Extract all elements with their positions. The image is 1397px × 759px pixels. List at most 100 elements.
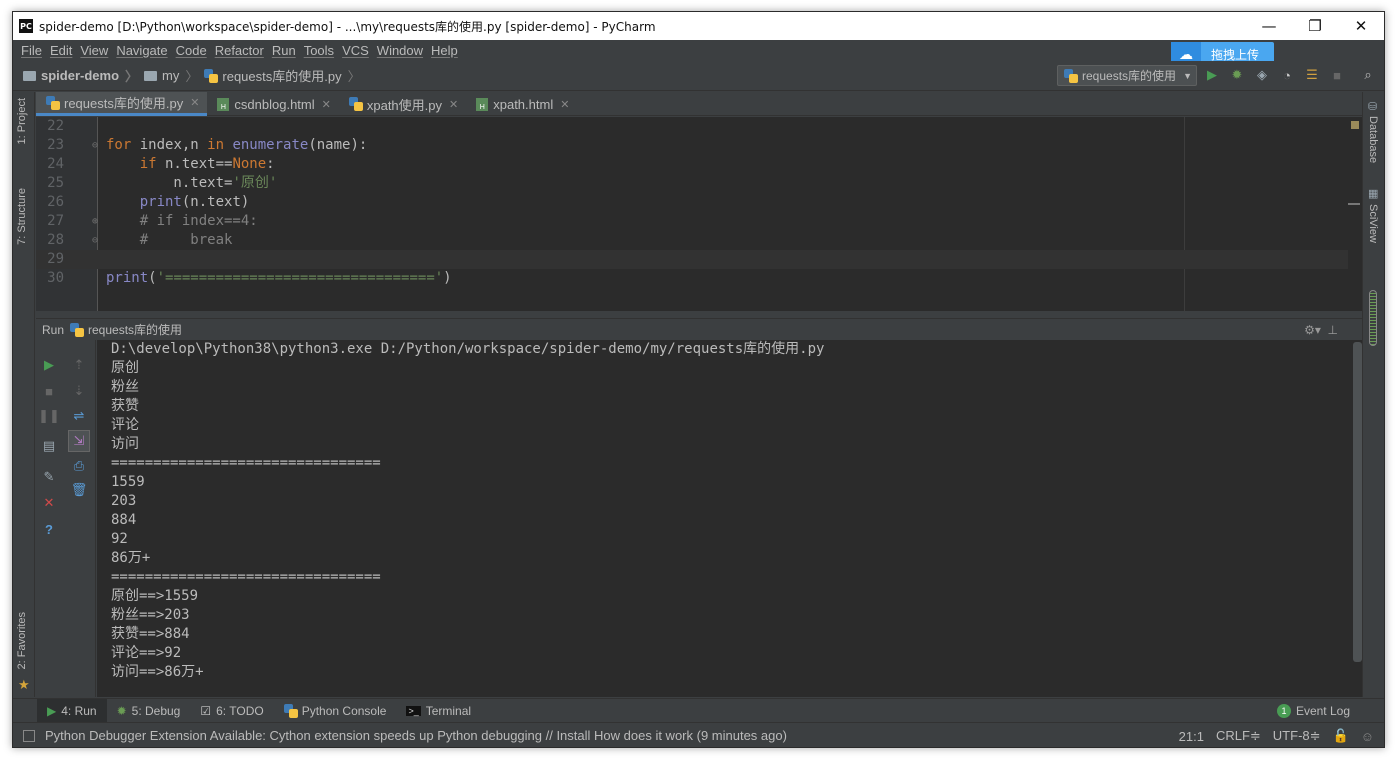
- up-arrow-icon[interactable]: ⇡: [70, 356, 88, 374]
- terminal-icon: >_: [406, 705, 421, 716]
- debug-icon[interactable]: ✹: [1228, 66, 1246, 84]
- profile-icon[interactable]: ◔: [1278, 66, 1296, 84]
- menu-run[interactable]: Run: [272, 43, 296, 58]
- print-icon[interactable]: ⎙: [70, 457, 88, 475]
- event-log[interactable]: 1 Event Log: [1276, 699, 1350, 723]
- html-file-icon: H: [217, 97, 230, 111]
- close-icon[interactable]: ✕: [322, 98, 331, 111]
- editor-tabs: requests库的使用.py ✕ H csdnblog.html ✕ xpat…: [36, 92, 1362, 116]
- breadcrumb-folder[interactable]: my 〉: [144, 66, 198, 85]
- inspector-icon[interactable]: ☺: [1361, 729, 1374, 744]
- coverage-icon[interactable]: ◈: [1253, 66, 1271, 84]
- right-tool-stripe: ⛁ Database ▦ SciView: [1362, 92, 1384, 697]
- run-configuration-label: requests库的使用: [1082, 69, 1177, 83]
- minimize-button[interactable]: —: [1246, 12, 1292, 40]
- fold-marker-icon[interactable]: ⊕: [92, 212, 98, 231]
- menu-vcs[interactable]: VCS: [342, 43, 369, 58]
- close-icon[interactable]: ✕: [40, 494, 58, 512]
- line-number: 23: [47, 137, 64, 153]
- tab-database[interactable]: Database: [1367, 116, 1379, 163]
- tab-structure[interactable]: 7: Structure: [16, 188, 28, 245]
- tab-project[interactable]: 1: Project: [16, 98, 28, 144]
- run-console-output[interactable]: D:\develop\Python38\python3.exe D:/Pytho…: [97, 340, 1362, 697]
- menu-code[interactable]: Code: [176, 43, 207, 58]
- stop-icon[interactable]: ■: [1328, 66, 1346, 84]
- menu-file[interactable]: File: [21, 43, 42, 58]
- code-line[interactable]: 25 n.text='原创': [36, 174, 1362, 193]
- fold-marker-icon[interactable]: ⊖: [92, 231, 98, 250]
- menu-navigate[interactable]: Navigate: [116, 43, 167, 58]
- code-editor[interactable]: 22 23 ⊖ for index,n in enumerate(name): 24 i…: [36, 117, 1362, 311]
- menu-help[interactable]: Help: [431, 43, 458, 58]
- menu-window[interactable]: Window: [377, 43, 423, 58]
- code-line[interactable]: 29: [36, 250, 1362, 269]
- tool-window-debug[interactable]: ✹ 5: Debug: [107, 699, 191, 723]
- tool-window-label: 5: Debug: [131, 703, 181, 718]
- run-icon[interactable]: ▶: [1203, 66, 1221, 84]
- menu-edit[interactable]: Edit: [50, 43, 72, 58]
- bug-icon: ✹: [116, 703, 127, 718]
- maximize-button[interactable]: ❐: [1292, 12, 1338, 40]
- tab-csdnblog-html[interactable]: H csdnblog.html ✕: [207, 92, 338, 116]
- layout-icon[interactable]: ▤: [40, 437, 58, 455]
- rerun-icon[interactable]: ▶: [40, 356, 58, 374]
- code-line[interactable]: 30 print('===============================…: [36, 269, 1362, 288]
- console-line: 1559: [111, 474, 145, 490]
- close-icon[interactable]: ✕: [560, 98, 569, 111]
- menu-tools[interactable]: Tools: [304, 43, 334, 58]
- breadcrumb-project[interactable]: spider-demo 〉: [23, 66, 138, 85]
- fold-marker-icon[interactable]: ⊖: [92, 136, 98, 155]
- close-button[interactable]: ✕: [1338, 12, 1384, 40]
- help-icon[interactable]: ?: [40, 520, 58, 538]
- down-arrow-icon[interactable]: ⇣: [70, 382, 88, 400]
- code-line[interactable]: 28 ⊖ # break: [36, 231, 1362, 250]
- code-line[interactable]: 23 ⊖ for index,n in enumerate(name):: [36, 136, 1362, 155]
- code-line[interactable]: 22: [36, 117, 1362, 136]
- console-line: 86万+: [111, 550, 151, 566]
- pin-icon[interactable]: ✎: [40, 468, 58, 486]
- search-icon[interactable]: ⌕: [1359, 66, 1377, 84]
- editor-scrollbar[interactable]: [1348, 117, 1362, 311]
- tab-sciview[interactable]: SciView: [1367, 204, 1379, 243]
- code-lines[interactable]: 22 23 ⊖ for index,n in enumerate(name): 24 i…: [36, 117, 1362, 288]
- breadcrumb-file-label: requests库的使用.py: [222, 69, 342, 84]
- breadcrumb-file[interactable]: requests库的使用.py 〉: [204, 66, 361, 85]
- menu-view[interactable]: View: [80, 43, 108, 58]
- caret-position[interactable]: 21:1: [1179, 729, 1204, 744]
- console-line: 原创: [111, 360, 139, 376]
- file-encoding[interactable]: UTF-8≑: [1273, 728, 1321, 744]
- tool-window-todo[interactable]: ☑ 6: TODO: [190, 699, 273, 723]
- run-configuration-select[interactable]: requests库的使用 ▼: [1057, 65, 1197, 86]
- tool-window-python-console[interactable]: Python Console: [274, 699, 397, 723]
- gear-icon[interactable]: ⚙▾ ⊥: [1304, 323, 1338, 337]
- code-line[interactable]: 27 ⊕ # if index==4:: [36, 212, 1362, 231]
- console-line: 原创==>1559: [111, 588, 199, 604]
- tab-requests-py[interactable]: requests库的使用.py ✕: [36, 92, 208, 116]
- python-file-icon: [1064, 68, 1078, 83]
- line-separator[interactable]: CRLF≑: [1216, 728, 1261, 744]
- close-icon[interactable]: ✕: [190, 96, 199, 109]
- tab-favorites[interactable]: 2: Favorites: [16, 612, 28, 669]
- code-line[interactable]: 24 if n.text==None:: [36, 155, 1362, 174]
- menu-refactor[interactable]: Refactor: [215, 43, 264, 58]
- tool-window-run[interactable]: ▶ 4: Run: [37, 698, 107, 723]
- code-text: # if index==4:: [139, 213, 258, 229]
- tab-xpath-html[interactable]: H xpath.html ✕: [466, 92, 577, 116]
- tool-window-label: 6: TODO: [216, 703, 264, 718]
- close-icon[interactable]: ✕: [449, 98, 458, 111]
- pause-icon[interactable]: ❚❚: [38, 407, 60, 425]
- console-scrollbar[interactable]: [1353, 342, 1362, 662]
- soft-wrap-icon[interactable]: ⇌: [70, 407, 88, 425]
- trash-icon[interactable]: 🗑: [70, 481, 88, 499]
- tool-windows-toggle[interactable]: [23, 729, 35, 742]
- tab-label: csdnblog.html: [234, 96, 315, 112]
- concurrency-icon[interactable]: ☰: [1303, 66, 1321, 84]
- scroll-to-end-icon[interactable]: ⇲: [68, 430, 90, 452]
- status-message[interactable]: Python Debugger Extension Available: Cyt…: [45, 728, 787, 743]
- tab-xpath-py[interactable]: xpath使用.py ✕: [339, 92, 466, 116]
- lock-icon[interactable]: 🔓: [1333, 728, 1349, 744]
- line-number: 26: [47, 194, 64, 210]
- stop-icon[interactable]: ■: [40, 382, 58, 400]
- code-line[interactable]: 26 print(n.text): [36, 193, 1362, 212]
- tool-window-terminal[interactable]: >_ Terminal: [396, 699, 481, 723]
